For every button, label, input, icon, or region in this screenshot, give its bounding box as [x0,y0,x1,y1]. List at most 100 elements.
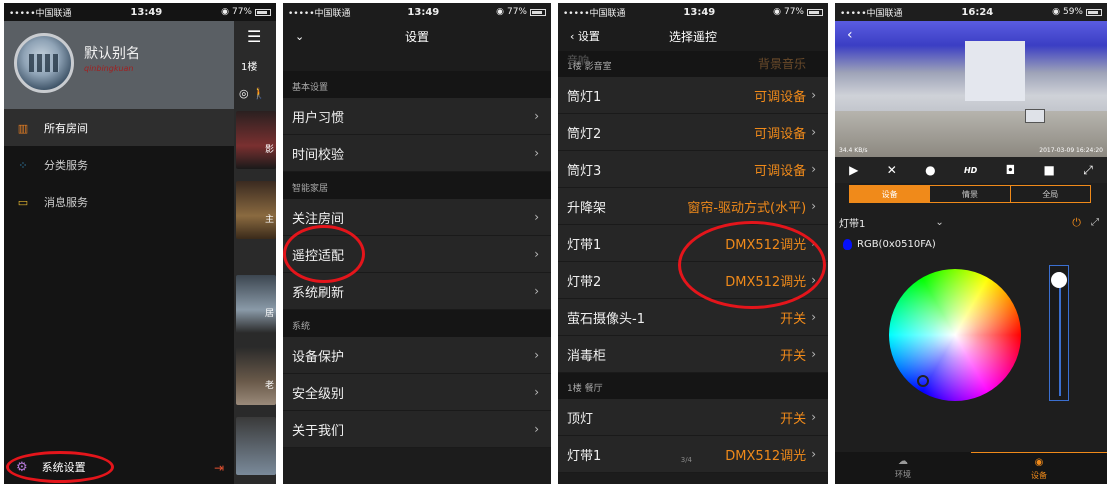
room-thumbnail[interactable]: 老 [236,347,276,405]
cloud-icon: ☁ [898,456,908,467]
battery-icon [1085,8,1102,16]
profile-header[interactable]: 默认别名 qinbingkuan [4,21,234,109]
tab-scene[interactable]: 情景 [930,186,1011,202]
highlight-ring [678,221,826,309]
device-selector[interactable]: 灯带1 ⌄ ⏻ ⤢ [839,215,1099,231]
microphone-icon[interactable]: ● [925,163,935,177]
room-thumbnail[interactable]: 居 [236,275,276,333]
nav-bar: ⌄ 设置 [283,21,551,51]
device-name: 升降架 [567,200,607,216]
device-row[interactable]: 筒灯1 可调设备 › [558,77,828,114]
settings-row[interactable]: 时间校验 › [283,135,551,172]
page-title: 设置 [404,29,429,44]
chevron-right-icon: › [811,447,816,461]
chevron-right-icon: › [534,210,539,224]
tab-devices[interactable]: ◉ 设备 [971,452,1107,484]
row-label: 用户习惯 [292,110,345,126]
battery-icon [254,8,271,16]
settings-row[interactable]: 设备保护 › [283,337,551,374]
chevron-right-icon: › [811,88,816,102]
camera-icon[interactable]: ◎ 🚶 [239,87,266,100]
tab-global[interactable]: 全局 [1011,186,1090,202]
room-preview-strip[interactable]: ☰ 1楼 ◎ 🚶 影 主 居 老 [234,21,276,484]
device-name: 灯带1 [567,237,602,253]
drawer-menu: ▥ 所有房间 ⁘ 分类服务 ▭ 消息服务 [4,109,234,220]
room-thumbnail[interactable]: 影 [236,111,276,169]
device-row[interactable]: 顶灯 开关 › [558,399,828,436]
room-thumbnail[interactable] [236,417,276,475]
expand-icon[interactable]: ⤢ [1091,217,1099,228]
device-type: 可调设备 [754,89,807,105]
menu-item-message-services[interactable]: ▭ 消息服务 [4,183,234,220]
battery-percent: 77% [783,7,804,17]
menu-item-all-rooms[interactable]: ▥ 所有房间 [4,109,234,146]
rgb-readout: RGB(0x0510FA) [843,239,936,250]
device-type: 可调设备 [754,126,807,142]
light-control-screen: •••••中国联通 16:24 ◉ 59% ‹ 34.4 KB/s 2017-03… [835,3,1107,484]
tab-label: 环境 [895,470,911,479]
chevron-right-icon: › [811,347,816,361]
mute-icon[interactable]: ✕ [887,163,897,177]
row-label: 设备保护 [292,349,345,365]
room-thumb-label: 影 [264,145,274,155]
status-bar: •••••中国联通 16:24 ◉ 59% [835,3,1107,21]
play-icon[interactable]: ▶ [849,163,858,177]
device-row[interactable]: 灯带1 DMX512调光 › [558,436,828,473]
back-button[interactable]: ‹ 设置 [570,28,600,44]
logout-icon[interactable]: ⇥ [214,461,224,475]
snapshot-icon[interactable]: ◘ [1006,163,1016,177]
settings-screen: •••••中国联通 13:49 ◉ 77% ⌄ 设置 基本设置 用户习惯 › 时间校… [283,3,551,484]
section-header: 基本设置 [283,71,551,98]
device-row[interactable]: 升降架 窗帘-驱动方式(水平) › [558,188,828,225]
brightness-slider-thumb[interactable] [1051,272,1067,288]
clock: 13:49 [130,6,163,18]
tab-device[interactable]: 设备 [850,186,931,202]
device-row[interactable]: 萤石摄像头-1 开关 › [558,299,828,336]
device-name: 消毒柜 [567,348,607,364]
page-title: 选择遥控 [668,29,717,44]
device-name: 筒灯3 [567,163,602,179]
chevron-right-icon: › [811,162,816,176]
device-row[interactable]: 筒灯3 可调设备 › [558,151,828,188]
scrolled-row-value: 背景音乐 [757,57,806,71]
avatar[interactable] [14,33,74,93]
clock: 13:49 [683,6,716,18]
power-icon[interactable]: ⏻ [1072,216,1081,230]
highlight-ring [6,451,114,483]
chevron-down-icon[interactable]: ⌄ [295,30,304,43]
camera-feed[interactable]: ‹ 34.4 KB/s 2017-03-09 16:24:20 [835,21,1107,157]
carrier: •••••中国联通 [288,8,351,19]
menu-icon[interactable]: ☰ [247,27,261,46]
section-header: 智能家居 [283,172,551,199]
chevron-right-icon: › [811,310,816,324]
scrolled-row-label: 音响 [567,54,589,67]
building-icon: ▥ [17,121,29,135]
back-icon[interactable]: ‹ [847,27,853,43]
brightness-slider[interactable] [1049,265,1069,401]
settings-row[interactable]: 用户习惯 › [283,98,551,135]
room-thumbnail[interactable]: 主 [236,181,276,239]
device-type: 开关 [780,311,807,327]
row-label: 关注房间 [292,211,345,227]
color-wheel[interactable] [889,269,1021,401]
battery-icon [806,8,823,16]
chevron-right-icon: › [534,146,539,160]
settings-row[interactable]: 关于我们 › [283,411,551,448]
chevron-down-icon[interactable]: ⌄ [935,217,943,228]
device-name: 萤石摄像头-1 [567,311,645,327]
clock: 13:49 [407,6,440,18]
tab-environment[interactable]: ☁ 环境 [835,452,971,484]
menu-item-category-services[interactable]: ⁘ 分类服务 [4,146,234,183]
settings-row[interactable]: 安全级别 › [283,374,551,411]
record-icon[interactable]: ■ [1044,163,1055,177]
chevron-right-icon: › [534,247,539,261]
hd-icon[interactable]: HD [964,166,977,175]
wifi-icon: ◉ [773,7,781,17]
grid-icon: ⁘ [18,158,28,172]
color-picker-knob[interactable] [917,375,929,387]
device-row[interactable]: 筒灯2 可调设备 › [558,114,828,151]
floor-label: 1楼 [241,62,258,73]
device-name: 灯带1 [839,219,866,230]
device-row[interactable]: 消毒柜 开关 › [558,336,828,373]
fullscreen-icon[interactable]: ⤢ [1083,163,1093,178]
